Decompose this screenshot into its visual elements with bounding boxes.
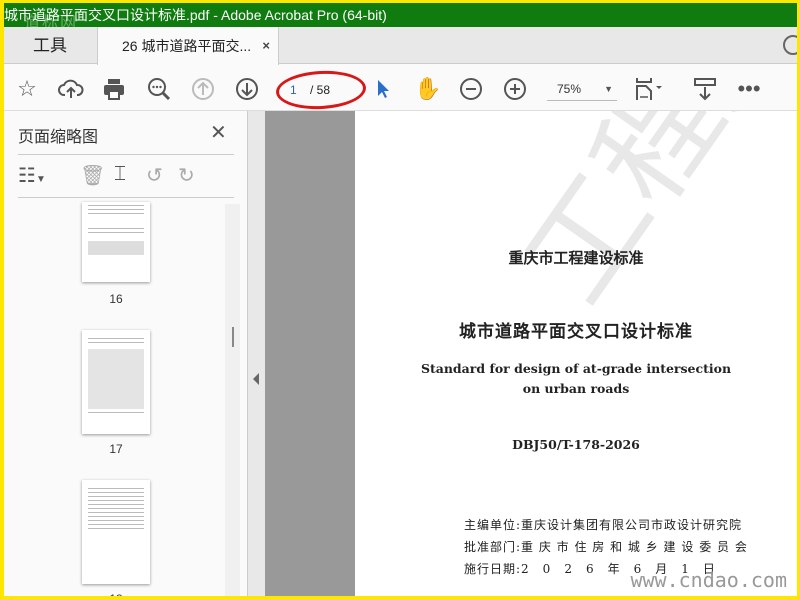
split-page-icon[interactable]: ⌶ — [114, 163, 126, 186]
zoom-level-dropdown[interactable]: 75% ▼ — [547, 79, 617, 101]
delete-page-icon[interactable]: 🗑 — [80, 163, 105, 188]
title-bar: 城市道路平面交叉口设计标准.pdf - Adobe Acrobat Pro (6… — [4, 3, 797, 32]
rotate-left-icon[interactable]: ↺ — [146, 163, 163, 188]
document-title-cn: 城市道路平面交叉口设计标准 — [459, 322, 693, 342]
title-en-line-2: on urban roads — [522, 381, 630, 396]
rotate-right-icon[interactable]: ↻ — [178, 163, 195, 188]
print-icon[interactable] — [101, 76, 127, 102]
thumbnail-label: 18 — [82, 592, 150, 596]
more-options-icon[interactable]: ••• — [736, 76, 762, 102]
divider — [18, 197, 234, 198]
zoom-out-icon[interactable] — [458, 76, 484, 102]
search-icon[interactable] — [146, 76, 172, 102]
cloud-upload-icon[interactable] — [58, 76, 84, 102]
toolbar: ☆ 1 / 58 ✋ 75% ▼ ••• — [4, 65, 797, 112]
scroll-mode-icon[interactable] — [692, 76, 718, 102]
editor-unit: 主编单位:重庆设计集团有限公司市政设计研究院 — [464, 518, 743, 532]
thumbnail-page-16[interactable] — [82, 202, 150, 282]
zoom-level-value: 75% — [557, 82, 582, 96]
site-watermark: www.cndao.com — [630, 568, 787, 592]
acrobat-window: 城市道路平面交叉口设计标准.pdf - Adobe Acrobat Pro (6… — [4, 3, 797, 596]
thumbnail-list: 16 17 18 — [4, 202, 246, 596]
close-tab-icon[interactable]: × — [262, 27, 270, 65]
fit-page-icon[interactable] — [634, 76, 670, 102]
thumbnail-page-17[interactable] — [82, 330, 150, 434]
zoom-in-icon[interactable] — [502, 76, 528, 102]
highlight-annotation — [275, 68, 367, 112]
title-en-line-1: Standard for design of at-grade intersec… — [420, 361, 732, 376]
panel-splitter[interactable] — [247, 111, 265, 596]
document-page: 工程建设 重庆市工程建设标准 城市道路平面交叉口设计标准 Standard fo… — [355, 111, 797, 596]
page-watermark: 工程建设 — [475, 111, 797, 331]
document-title-en: Standard for design of at-grade intersec… — [355, 359, 797, 399]
previous-page-icon[interactable] — [190, 76, 216, 102]
tab-document-label: 26 城市道路平面交... — [122, 38, 252, 54]
close-panel-icon[interactable]: ✕ — [210, 120, 227, 145]
thumbnail-options-icon[interactable]: ☷▼ — [18, 163, 46, 188]
approval-department: 批准部门:重 庆 市 住 房 和 城 乡 建 设 委 员 会 — [464, 540, 748, 554]
standard-series: 重庆市工程建设标准 — [508, 249, 644, 267]
thumbnail-page-18[interactable] — [82, 480, 150, 584]
document-background — [265, 111, 355, 596]
tab-bar: 工具 26 城市道路平面交... × — [4, 27, 797, 65]
thumbnail-scrollbar[interactable] — [225, 204, 240, 596]
select-cursor-icon[interactable] — [370, 76, 396, 102]
tab-document[interactable]: 26 城市道路平面交... × — [97, 27, 279, 65]
thumbnail-label: 17 — [109, 442, 123, 456]
next-page-icon[interactable] — [234, 76, 260, 102]
page-thumbnails-panel: 页面缩略图 ✕ ☷▼ 🗑 ⌶ ↺ ↻ 16 17 18 — [4, 111, 246, 596]
hand-tool-icon[interactable]: ✋ — [414, 76, 441, 102]
help-icon[interactable] — [783, 35, 797, 55]
collapse-panel-icon[interactable] — [253, 373, 259, 385]
thumbnail-label: 16 — [109, 292, 123, 306]
scrollbar-thumb[interactable] — [232, 327, 234, 347]
star-icon[interactable]: ☆ — [14, 76, 40, 102]
chevron-down-icon: ▼ — [604, 84, 613, 94]
standard-code: DBJ50/T-178-2026 — [512, 437, 640, 452]
panel-title: 页面缩略图 — [18, 129, 99, 146]
tab-tools[interactable]: 工具 — [4, 27, 96, 64]
divider — [18, 154, 234, 155]
